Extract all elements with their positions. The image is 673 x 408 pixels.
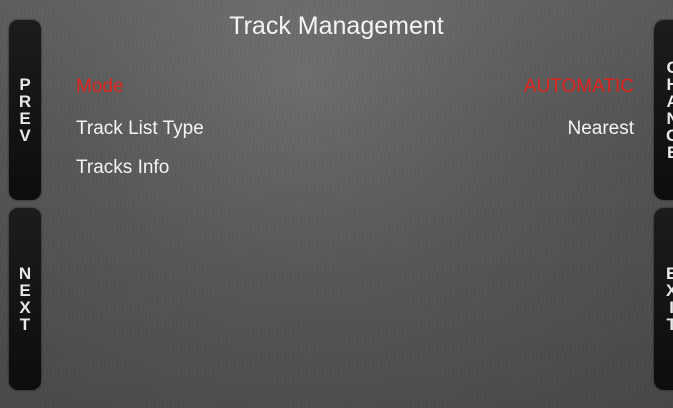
prev-button-letter: V [19, 126, 31, 145]
prev-button-letter: R [18, 92, 32, 111]
exit-button-letter: X [666, 281, 673, 300]
next-button-letter: X [19, 298, 31, 317]
change-button-letter: H [666, 75, 673, 94]
change-button-letter: C [666, 58, 673, 77]
change-button[interactable]: C H A N G E [654, 20, 673, 200]
prev-button-letter: E [19, 109, 31, 128]
next-button[interactable]: N E X T [9, 208, 41, 390]
mode-value: AUTOMATIC [523, 76, 634, 97]
exit-button[interactable]: E X I T [654, 208, 673, 390]
track-list-type-label: Track List Type [76, 118, 204, 139]
change-button-letter: N [666, 109, 673, 128]
next-button-letter: T [19, 315, 31, 334]
exit-button-letter: E [666, 264, 673, 283]
prev-button-letter: P [19, 75, 31, 94]
tracks-info-label: Tracks Info [76, 157, 170, 178]
prev-button[interactable]: P R E V [9, 20, 41, 200]
next-button-letter: N [18, 264, 32, 283]
exit-button-letter: I [669, 298, 673, 317]
exit-button-letter: T [666, 315, 673, 334]
change-button-letter: A [666, 92, 673, 111]
mode-label: Mode [76, 76, 124, 97]
track-list-type-value: Nearest [567, 118, 634, 139]
menu-row-mode[interactable]: Mode AUTOMATIC [76, 74, 634, 100]
menu-row-track-list-type[interactable]: Track List Type Nearest [76, 116, 634, 142]
change-button-letter: G [666, 126, 673, 145]
menu-row-tracks-info[interactable]: Tracks Info [76, 155, 634, 181]
change-button-letter: E [666, 143, 673, 162]
next-button-letter: E [19, 281, 31, 300]
screen-title: Track Management [229, 12, 444, 40]
